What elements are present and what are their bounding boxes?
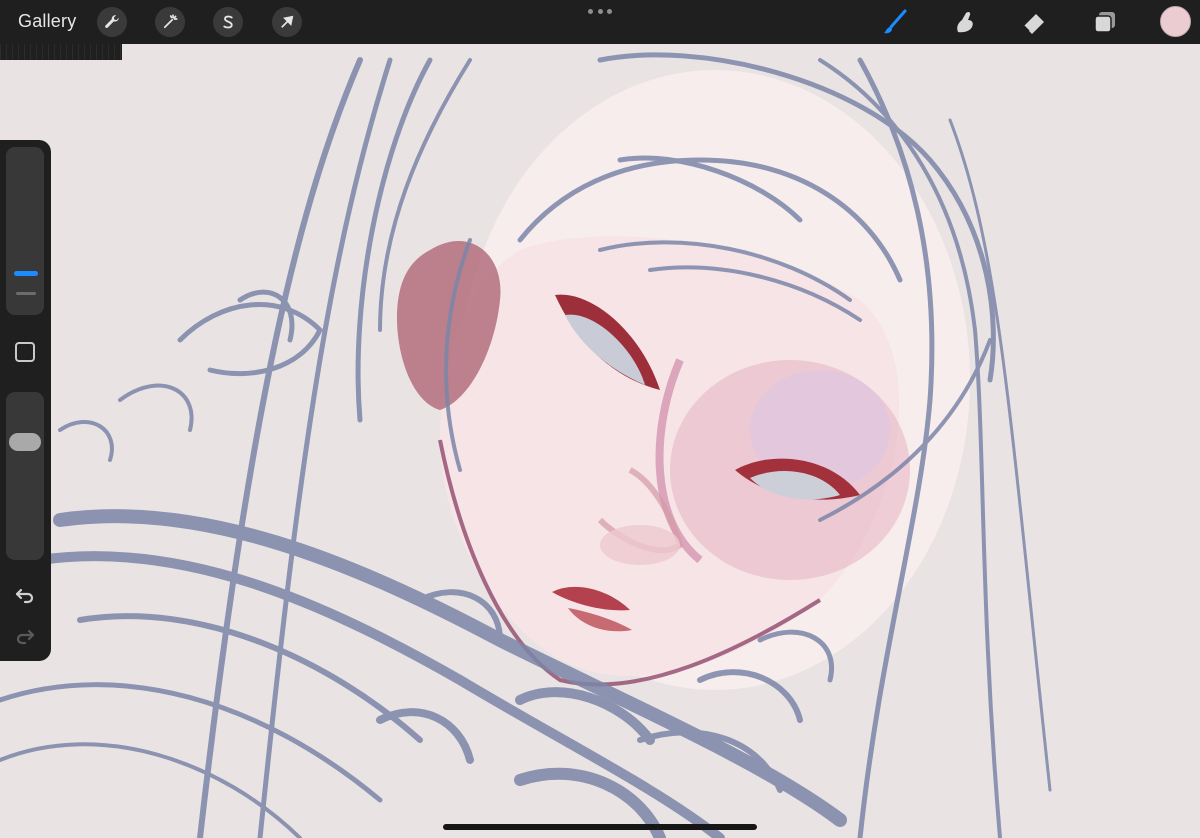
artwork xyxy=(0,44,1200,838)
adjustments-magic-wand-icon[interactable] xyxy=(155,7,185,37)
transform-arrow-icon[interactable] xyxy=(272,7,302,37)
smudge-icon[interactable] xyxy=(947,6,981,38)
selection-s-icon[interactable] xyxy=(213,7,243,37)
home-indicator[interactable] xyxy=(443,824,757,830)
brush-size-slider[interactable] xyxy=(6,147,44,315)
actions-wrench-icon[interactable] xyxy=(97,7,127,37)
modify-button[interactable] xyxy=(15,342,35,362)
canvas-edge-grid xyxy=(0,44,122,60)
brush-opacity-slider[interactable] xyxy=(6,392,44,560)
layers-icon[interactable] xyxy=(1088,6,1122,38)
top-toolbar: Gallery xyxy=(0,0,1200,44)
color-swatch-button[interactable] xyxy=(1160,6,1191,37)
redo-icon[interactable] xyxy=(13,624,37,648)
brush-icon[interactable] xyxy=(878,6,912,38)
undo-icon[interactable] xyxy=(13,583,37,607)
brush-size-marker xyxy=(16,292,36,295)
drawing-canvas[interactable] xyxy=(0,44,1200,838)
eraser-icon[interactable] xyxy=(1017,6,1051,38)
brush-opacity-handle[interactable] xyxy=(9,433,41,451)
more-options-icon[interactable] xyxy=(588,6,612,16)
brush-size-handle[interactable] xyxy=(14,271,38,276)
gallery-button[interactable]: Gallery xyxy=(18,11,76,32)
